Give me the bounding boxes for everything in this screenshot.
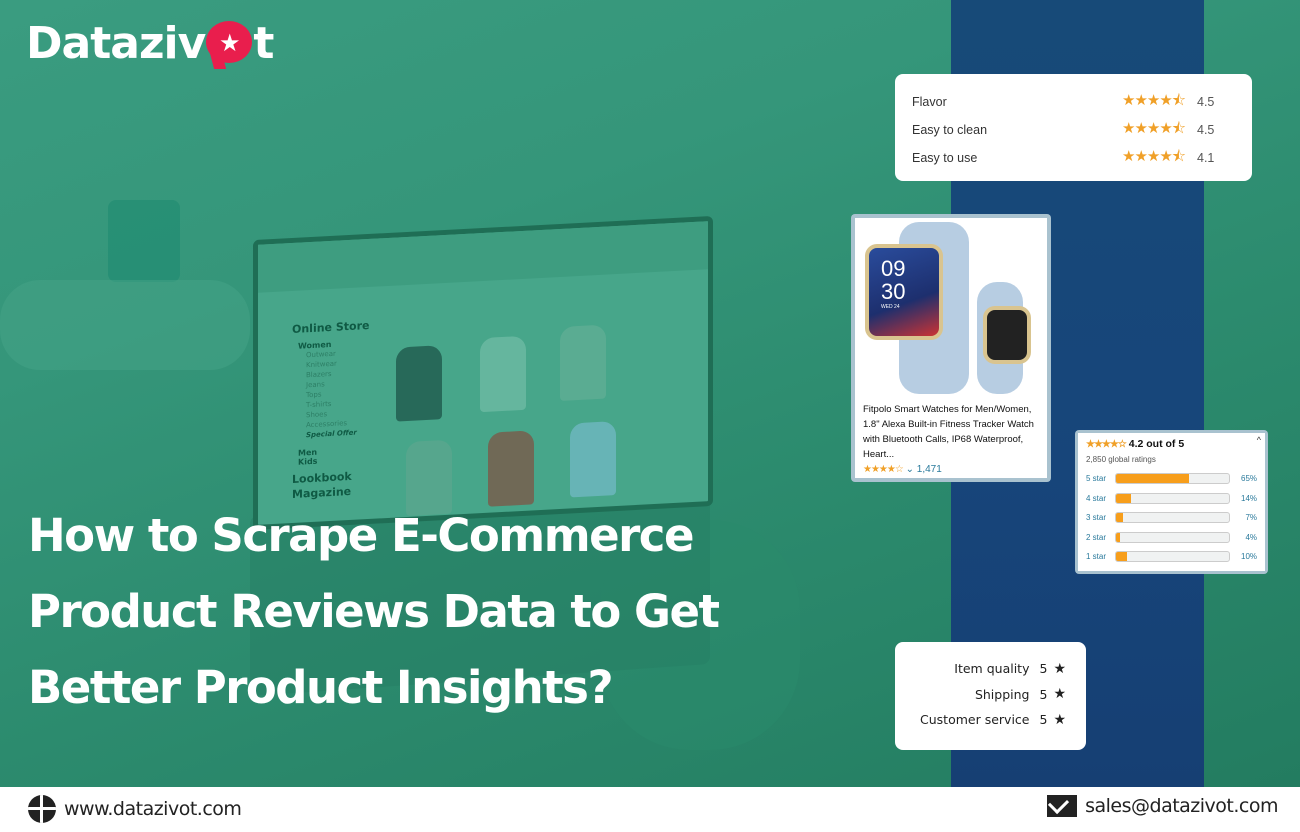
- page-title: How to Scrape E-Commerce Product Reviews…: [28, 498, 720, 726]
- clothing-image: [396, 345, 442, 422]
- attribute-ratings-card: Flavor ★★★★⯪ 4.5 Easy to clean ★★★★⯪ 4.5…: [895, 74, 1252, 181]
- histogram-bar-fill: [1115, 474, 1189, 484]
- product-card[interactable]: 09 30 WED 24 Fitpolo Smart Watches for M…: [851, 214, 1051, 482]
- seller-rating-value: 5: [1039, 712, 1048, 728]
- seller-rating-label: Customer service: [920, 712, 1030, 728]
- product-title[interactable]: Fitpolo Smart Watches for Men/Women, 1.8…: [863, 402, 1045, 462]
- histogram-label: 4 star: [1086, 493, 1107, 503]
- star-rating-icon: ★★★★☆: [1086, 439, 1127, 450]
- collapse-caret-icon[interactable]: ^: [1257, 435, 1261, 445]
- background-table: [0, 280, 250, 370]
- histogram-label: 5 star: [1086, 474, 1107, 484]
- title-line: Product Reviews Data to Get: [28, 585, 720, 638]
- histogram-bar-fill: [1115, 493, 1132, 503]
- product-rating[interactable]: ★★★★☆ ⌄ 1,471: [863, 464, 942, 475]
- histogram-row[interactable]: 4 star 14%: [1086, 489, 1257, 509]
- title-line: Better Product Insights?: [28, 661, 614, 714]
- product-image[interactable]: 09 30 WED 24: [859, 222, 1043, 394]
- attribute-label: Flavor: [912, 95, 947, 109]
- attribute-label: Easy to clean: [912, 123, 988, 137]
- histogram-percent: 65%: [1241, 474, 1258, 484]
- store-link-lookbook: Lookbook: [292, 469, 352, 487]
- laptop-screen: Online Store Women Outwear Knitwear Blaz…: [253, 215, 713, 531]
- brand-name-suffix: t: [253, 18, 274, 69]
- email-address: sales@datazivot.com: [1085, 795, 1278, 817]
- seller-ratings-card: Item quality 5 ★ Shipping 5 ★ Customer s…: [895, 642, 1086, 750]
- clothing-image: [488, 430, 534, 507]
- seller-rating-row: Shipping 5 ★: [895, 682, 1066, 708]
- star-rating-icon: ★★★★⯪: [1122, 147, 1186, 165]
- store-menu: Online Store Women Outwear Knitwear Blaz…: [292, 319, 369, 501]
- seller-rating-row: Customer service 5 ★: [895, 707, 1066, 733]
- histogram-bar: [1114, 551, 1230, 563]
- star-icon: ★: [1053, 711, 1066, 728]
- brand-logo[interactable]: Dataziv ★ t: [26, 18, 274, 69]
- watch-time-minute: 30: [881, 279, 906, 304]
- store-title: Online Store: [292, 318, 370, 337]
- attribute-value: 4.1: [1197, 151, 1215, 165]
- clothing-image: [570, 421, 616, 498]
- attribute-rating-row: Easy to use ★★★★⯪ 4.1: [912, 144, 1235, 172]
- star-speech-bubble-icon: ★: [206, 19, 253, 69]
- seller-rating-value: 5: [1039, 686, 1048, 702]
- seller-rating-value: 5: [1039, 661, 1048, 677]
- histogram-bar: [1114, 473, 1230, 485]
- star-icon: ★: [1053, 686, 1066, 703]
- star-rating-icon: ★★★★⯪: [1122, 119, 1186, 137]
- histogram-row[interactable]: 2 star 4%: [1086, 528, 1257, 548]
- watch-date: WED 24: [881, 304, 900, 310]
- histogram-percent: 4%: [1245, 532, 1258, 542]
- review-count: ⌄ 1,471: [905, 464, 942, 475]
- attribute-rating-row: Flavor ★★★★⯪ 4.5: [912, 88, 1235, 116]
- histogram-label: 2 star: [1086, 532, 1107, 542]
- histogram-percent: 14%: [1241, 493, 1258, 503]
- watch-face-small: [983, 306, 1031, 364]
- laptop-screen-banner: [258, 221, 708, 293]
- seller-rating-label: Item quality: [954, 661, 1030, 677]
- watch-face-large: 09 30 WED 24: [865, 244, 943, 340]
- seller-rating-label: Shipping: [974, 686, 1030, 702]
- histogram-row[interactable]: 5 star 65%: [1086, 469, 1257, 489]
- store-special-offer: Special Offer: [306, 428, 357, 440]
- background-chair: [108, 200, 180, 282]
- hero-banner: Online Store Women Outwear Knitwear Blaz…: [0, 0, 1300, 787]
- mail-icon: [1047, 795, 1078, 817]
- globe-icon: [28, 795, 56, 823]
- rating-summary-text: 4.2 out of 5: [1128, 438, 1185, 450]
- attribute-value: 4.5: [1197, 95, 1215, 109]
- histogram-label: 1 star: [1086, 552, 1107, 562]
- attribute-label: Easy to use: [912, 151, 978, 165]
- histogram-bar-fill: [1115, 532, 1121, 542]
- histogram-row[interactable]: 1 star 10%: [1086, 547, 1257, 567]
- footer: www.datazivot.com sales@datazivot.com: [0, 787, 1300, 832]
- histogram-label: 3 star: [1086, 513, 1107, 523]
- histogram-bar: [1114, 512, 1230, 524]
- seller-rating-row: Item quality 5 ★: [895, 656, 1066, 682]
- website-url: www.datazivot.com: [64, 798, 242, 820]
- histogram-percent: 7%: [1245, 513, 1258, 523]
- star-icon: ★: [1053, 660, 1066, 677]
- histogram-bar: [1114, 531, 1230, 543]
- attribute-rating-row: Easy to clean ★★★★⯪ 4.5: [912, 116, 1235, 144]
- histogram-row[interactable]: 3 star 7%: [1086, 508, 1257, 528]
- rating-histogram-card: ^ ★★★★☆ 4.2 out of 5 2,850 global rating…: [1075, 430, 1268, 574]
- global-ratings-count: 2,850 global ratings: [1086, 455, 1156, 464]
- title-line: How to Scrape E-Commerce: [28, 509, 694, 562]
- clothing-image: [480, 335, 526, 413]
- histogram-bar-fill: [1115, 513, 1124, 523]
- attribute-value: 4.5: [1197, 123, 1215, 137]
- star-rating-icon: ★★★★☆: [863, 464, 904, 475]
- email-link[interactable]: sales@datazivot.com: [1047, 795, 1278, 817]
- website-link[interactable]: www.datazivot.com: [28, 795, 242, 823]
- histogram-bar-fill: [1115, 552, 1127, 562]
- rating-summary: ★★★★☆ 4.2 out of 5: [1086, 438, 1257, 450]
- watch-time-hour: 09: [881, 256, 906, 281]
- brand-name-prefix: Dataziv: [26, 18, 206, 69]
- histogram-bar: [1114, 492, 1230, 504]
- star-rating-icon: ★★★★⯪: [1122, 91, 1186, 109]
- histogram-percent: 10%: [1241, 552, 1258, 562]
- clothing-image: [560, 324, 606, 401]
